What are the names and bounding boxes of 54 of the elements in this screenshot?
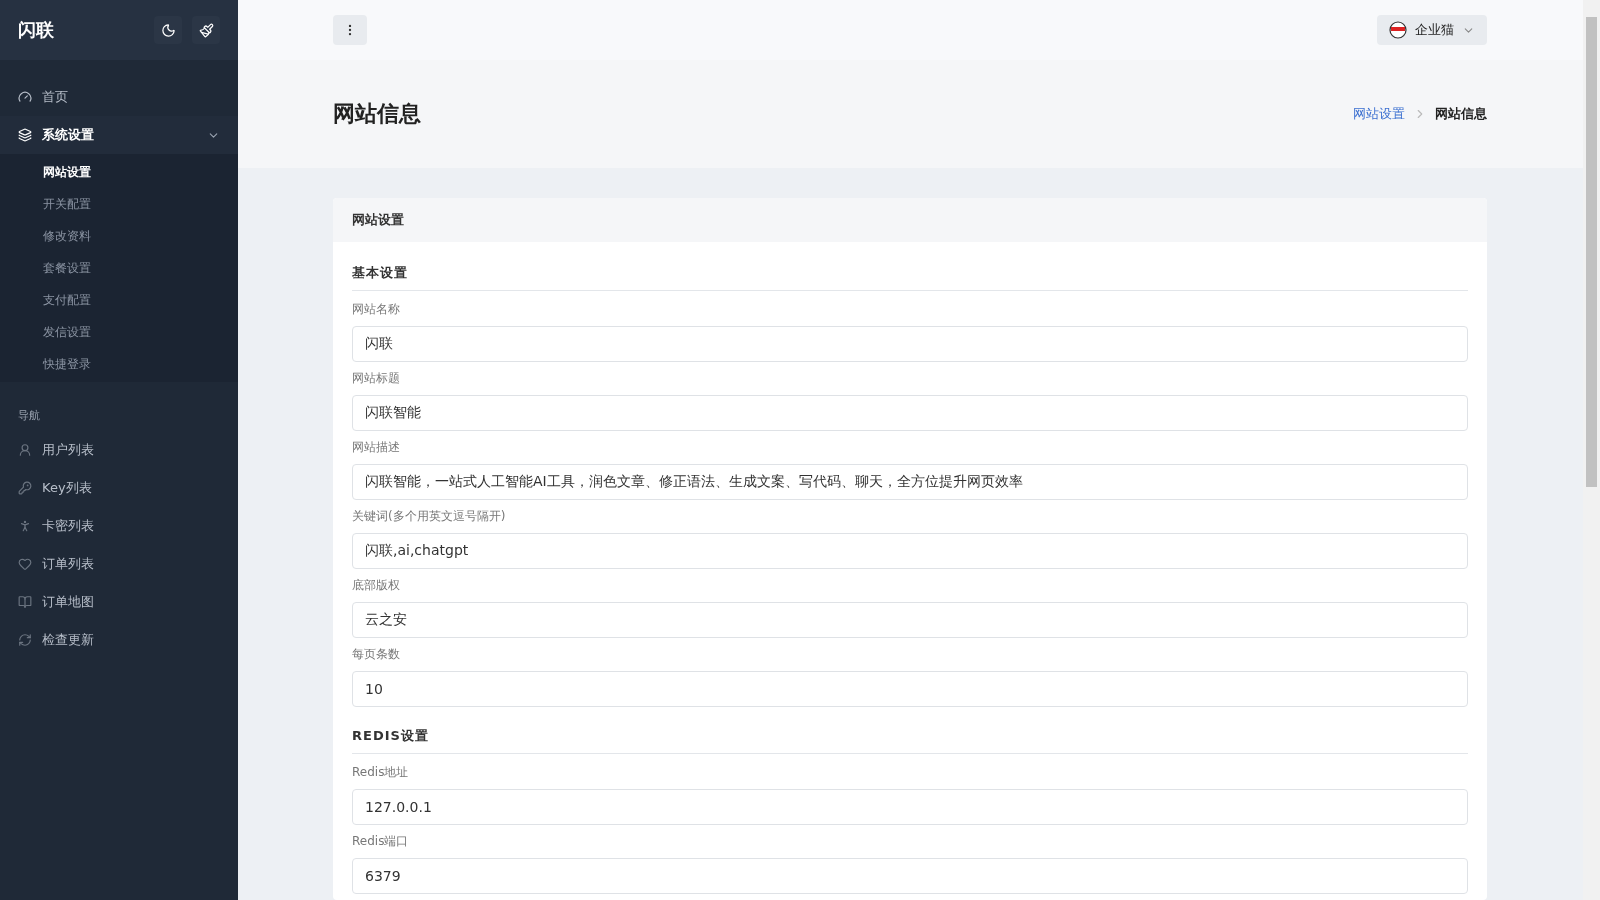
menu-item[interactable]: 订单地图 xyxy=(0,583,238,621)
refresh-icon xyxy=(18,633,32,647)
submenu-item[interactable]: 网站设置 xyxy=(0,156,238,188)
brush-icon xyxy=(198,22,214,38)
gauge-icon xyxy=(18,90,32,104)
input-field[interactable]: 闪联智能，一站式人工智能AI工具，润色文章、修正语法、生成文案、写代码、聊天，全方位提升网页效率 xyxy=(352,464,1468,500)
submenu-item[interactable]: 发信设置 xyxy=(0,316,238,348)
menu-item[interactable]: 首页 xyxy=(0,78,238,116)
submenu-item[interactable]: 开关配置 xyxy=(0,188,238,220)
layers-icon xyxy=(18,128,32,142)
heart-icon xyxy=(18,557,32,571)
user-menu-button[interactable]: 企业猫 xyxy=(1377,15,1487,45)
field-label: 每页条数 xyxy=(352,646,401,663)
input-field[interactable]: 闪联,ai,chatgpt xyxy=(352,533,1468,569)
field-label: Redis端口 xyxy=(352,833,410,850)
brush-button[interactable] xyxy=(192,16,220,44)
brand-name: 闪联 xyxy=(18,18,55,42)
menu-item[interactable]: 订单列表 xyxy=(0,545,238,583)
field-label: 底部版权 xyxy=(352,577,401,594)
breadcrumb-link[interactable]: 网站设置 xyxy=(1353,105,1405,123)
avatar-icon xyxy=(1389,21,1407,39)
breadcrumb-current: 网站信息 xyxy=(1435,105,1487,123)
moon-icon xyxy=(160,22,176,38)
key-icon xyxy=(18,481,32,495)
field-label: Redis地址 xyxy=(352,764,410,781)
input-field[interactable]: 6379 xyxy=(352,858,1468,894)
submenu-item[interactable]: 快捷登录 xyxy=(0,348,238,380)
submenu-item[interactable]: 修改资料 xyxy=(0,220,238,252)
section-title: REDIS设置 xyxy=(352,715,1468,754)
input-field[interactable]: 127.0.0.1 xyxy=(352,789,1468,825)
field-label: 网站描述 xyxy=(352,439,401,456)
input-field[interactable]: 10 xyxy=(352,671,1468,707)
scrollbar[interactable] xyxy=(1583,0,1600,900)
card-title: 网站设置 xyxy=(333,198,1487,242)
submenu-item[interactable]: 支付配置 xyxy=(0,284,238,316)
figure-icon xyxy=(18,519,32,533)
section-heading: 导航 xyxy=(17,408,41,424)
field-label: 网站标题 xyxy=(352,370,401,387)
menu-item[interactable]: 卡密列表 xyxy=(0,507,238,545)
field-label: 关键词(多个用英文逗号隔开) xyxy=(352,508,507,525)
menu-item[interactable]: 检查更新 xyxy=(0,621,238,659)
user-icon xyxy=(18,443,32,457)
theme-button[interactable] xyxy=(154,16,182,44)
book-icon xyxy=(18,595,32,609)
field-label: 网站名称 xyxy=(352,301,401,318)
page-title: 网站信息 xyxy=(333,100,421,128)
menu-item[interactable]: 用户列表 xyxy=(0,431,238,469)
input-field[interactable]: 闪联 xyxy=(352,326,1468,362)
menu-item[interactable]: Key列表 xyxy=(0,469,238,507)
input-field[interactable]: 云之安 xyxy=(352,602,1468,638)
menu-item[interactable]: 系统设置 xyxy=(0,116,238,154)
input-field[interactable]: 闪联智能 xyxy=(352,395,1468,431)
section-title: 基本设置 xyxy=(352,252,1468,291)
submenu-item[interactable]: 套餐设置 xyxy=(0,252,238,284)
